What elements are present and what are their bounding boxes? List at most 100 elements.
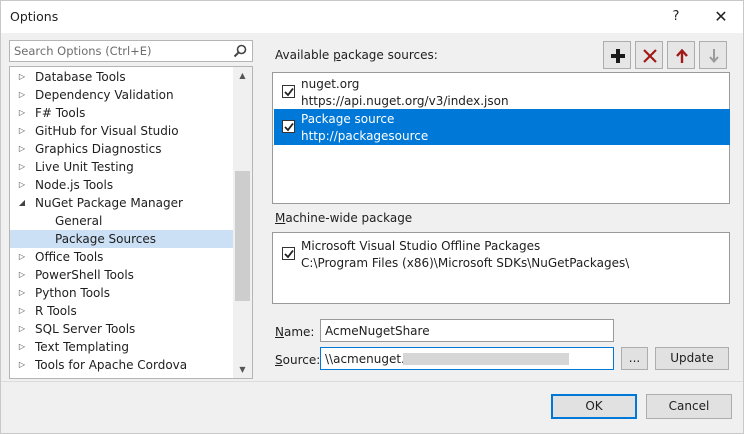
tree-item[interactable]: ▷ Graphics Diagnostics <box>10 140 233 158</box>
update-button[interactable]: Update <box>655 347 729 370</box>
options-dialog: Options ? ✕ ▷ Database Tools ▷ Dependency V… <box>0 0 744 434</box>
machine-wide-label: Machine-wide package <box>275 211 413 225</box>
expanded-arrow-icon[interactable]: ◢ <box>16 194 28 212</box>
tree-item[interactable]: ▷ Dependency Validation <box>10 86 233 104</box>
collapsed-arrow-icon[interactable]: ▷ <box>16 248 28 266</box>
collapsed-arrow-icon[interactable]: ▷ <box>16 86 28 104</box>
collapsed-arrow-icon[interactable]: ▷ <box>16 302 28 320</box>
collapsed-arrow-icon[interactable]: ▷ <box>16 104 28 122</box>
x-icon <box>643 49 657 63</box>
source-field[interactable] <box>320 347 614 370</box>
search-options-box[interactable] <box>9 40 253 62</box>
tree-item[interactable]: ▷ Text Templating <box>10 338 233 356</box>
source-item-package-source[interactable]: Package source http://packagesource <box>274 109 730 145</box>
tree-item-label: R Tools <box>35 304 77 318</box>
tree-item[interactable]: ▷ GitHub for Visual Studio <box>10 122 233 140</box>
tree-item[interactable]: ▷ Node.js Tools <box>10 176 233 194</box>
collapsed-arrow-icon[interactable]: ▷ <box>16 68 28 86</box>
tree-item-label: Live Unit Testing <box>35 160 134 174</box>
checkmark-icon <box>284 249 294 259</box>
tree-item[interactable]: Package Sources <box>10 230 233 248</box>
scroll-down-arrow-icon[interactable]: ▼ <box>233 361 252 378</box>
source-checkbox[interactable] <box>282 85 295 98</box>
redacted-text <box>403 353 569 365</box>
tree-item[interactable]: ▷ Database Tools <box>10 68 233 86</box>
tree-item-label: Python Tools <box>35 286 110 300</box>
tree-item-label: NuGet Package Manager <box>35 196 183 210</box>
cancel-button[interactable]: Cancel <box>646 394 732 419</box>
collapsed-arrow-icon[interactable]: ▷ <box>16 140 28 158</box>
tree-item[interactable]: General <box>10 212 233 230</box>
tree-item-label: General <box>55 214 103 228</box>
tree-item-label: F# Tools <box>35 106 86 120</box>
checkmark-icon <box>284 122 294 132</box>
tree-item-label: Dependency Validation <box>35 88 174 102</box>
source-label: Source: <box>275 353 321 367</box>
arrow-up-icon <box>676 48 688 63</box>
checkmark-icon <box>284 87 294 97</box>
source-url: http://packagesource <box>301 129 429 143</box>
tree-item[interactable]: ▷ Live Unit Testing <box>10 158 233 176</box>
remove-source-button[interactable] <box>635 41 663 69</box>
close-button[interactable]: ✕ <box>708 5 734 29</box>
tree-item[interactable]: ▷ Office Tools <box>10 248 233 266</box>
move-up-button[interactable] <box>667 41 695 69</box>
tree-item-label: Node.js Tools <box>35 178 114 192</box>
plus-icon <box>611 49 625 63</box>
help-button[interactable]: ? <box>663 5 689 29</box>
tree-item[interactable]: ▷ R Tools <box>10 302 233 320</box>
tree-item-label: Graphics Diagnostics <box>35 142 162 156</box>
options-tree[interactable]: ▷ Database Tools ▷ Dependency Validation ▷ F#… <box>9 66 253 379</box>
tree-item-label: SQL Server Tools <box>35 322 136 336</box>
tree-item[interactable]: ▷ Tools for Apache Cordova <box>10 356 233 374</box>
tree-item-label: Database Tools <box>35 70 126 84</box>
tree-item[interactable]: ▷ SQL Server Tools <box>10 320 233 338</box>
machine-wide-sources-list[interactable]: Microsoft Visual Studio Offline Packages… <box>272 232 730 304</box>
tree-item-label: Text Templating <box>35 340 130 354</box>
source-url: C:\Program Files (x86)\Microsoft SDKs\Nu… <box>301 256 630 270</box>
source-checkbox[interactable] <box>282 120 295 133</box>
name-field[interactable] <box>320 319 614 342</box>
tree-scrollbar[interactable]: ▲ ▼ <box>233 67 252 378</box>
available-sources-label: Available package sources: <box>275 48 438 62</box>
source-checkbox[interactable] <box>282 247 295 260</box>
tree-item-label: Tools for Apache Cordova <box>35 358 188 372</box>
scroll-up-arrow-icon[interactable]: ▲ <box>233 67 252 84</box>
collapsed-arrow-icon[interactable]: ▷ <box>16 320 28 338</box>
window-title: Options <box>10 9 59 24</box>
tree-item[interactable]: ▷ F# Tools <box>10 104 233 122</box>
source-name: nuget.org <box>301 77 360 91</box>
move-down-button[interactable] <box>699 41 727 69</box>
collapsed-arrow-icon[interactable]: ▷ <box>16 122 28 140</box>
scrollbar-thumb[interactable] <box>235 171 250 301</box>
collapsed-arrow-icon[interactable]: ▷ <box>16 176 28 194</box>
collapsed-arrow-icon[interactable]: ▷ <box>16 338 28 356</box>
available-sources-list[interactable]: nuget.org https://api.nuget.org/v3/index… <box>272 72 730 204</box>
tree-item[interactable]: ▷ Python Tools <box>10 284 233 302</box>
search-icon[interactable] <box>232 43 248 59</box>
options-tree-list: ▷ Database Tools ▷ Dependency Validation ▷ F#… <box>10 68 233 374</box>
collapsed-arrow-icon[interactable]: ▷ <box>16 356 28 374</box>
tree-item[interactable]: ▷ PowerShell Tools <box>10 266 233 284</box>
source-item-nuget-org[interactable]: nuget.org https://api.nuget.org/v3/index… <box>274 74 730 110</box>
arrow-down-icon <box>709 49 719 64</box>
name-input[interactable] <box>321 320 613 341</box>
footer-divider <box>1 381 743 382</box>
search-options-input[interactable] <box>10 41 226 61</box>
collapsed-arrow-icon[interactable]: ▷ <box>16 284 28 302</box>
tree-item-label: Office Tools <box>35 250 104 264</box>
source-name: Microsoft Visual Studio Offline Packages <box>301 239 541 253</box>
source-name: Package source <box>301 112 395 126</box>
ok-button[interactable]: OK <box>551 394 637 419</box>
tree-item-label: GitHub for Visual Studio <box>35 124 179 138</box>
title-bar: Options ? ✕ <box>1 1 743 33</box>
source-item-offline-packages[interactable]: Microsoft Visual Studio Offline Packages… <box>274 236 730 272</box>
collapsed-arrow-icon[interactable]: ▷ <box>16 158 28 176</box>
tree-item-label: PowerShell Tools <box>35 268 134 282</box>
name-label: Name: <box>275 325 315 339</box>
add-source-button[interactable] <box>603 41 631 69</box>
browse-button[interactable]: ... <box>621 347 648 370</box>
tree-item-label: Package Sources <box>55 232 157 246</box>
tree-item[interactable]: ◢ NuGet Package Manager <box>10 194 233 212</box>
collapsed-arrow-icon[interactable]: ▷ <box>16 266 28 284</box>
